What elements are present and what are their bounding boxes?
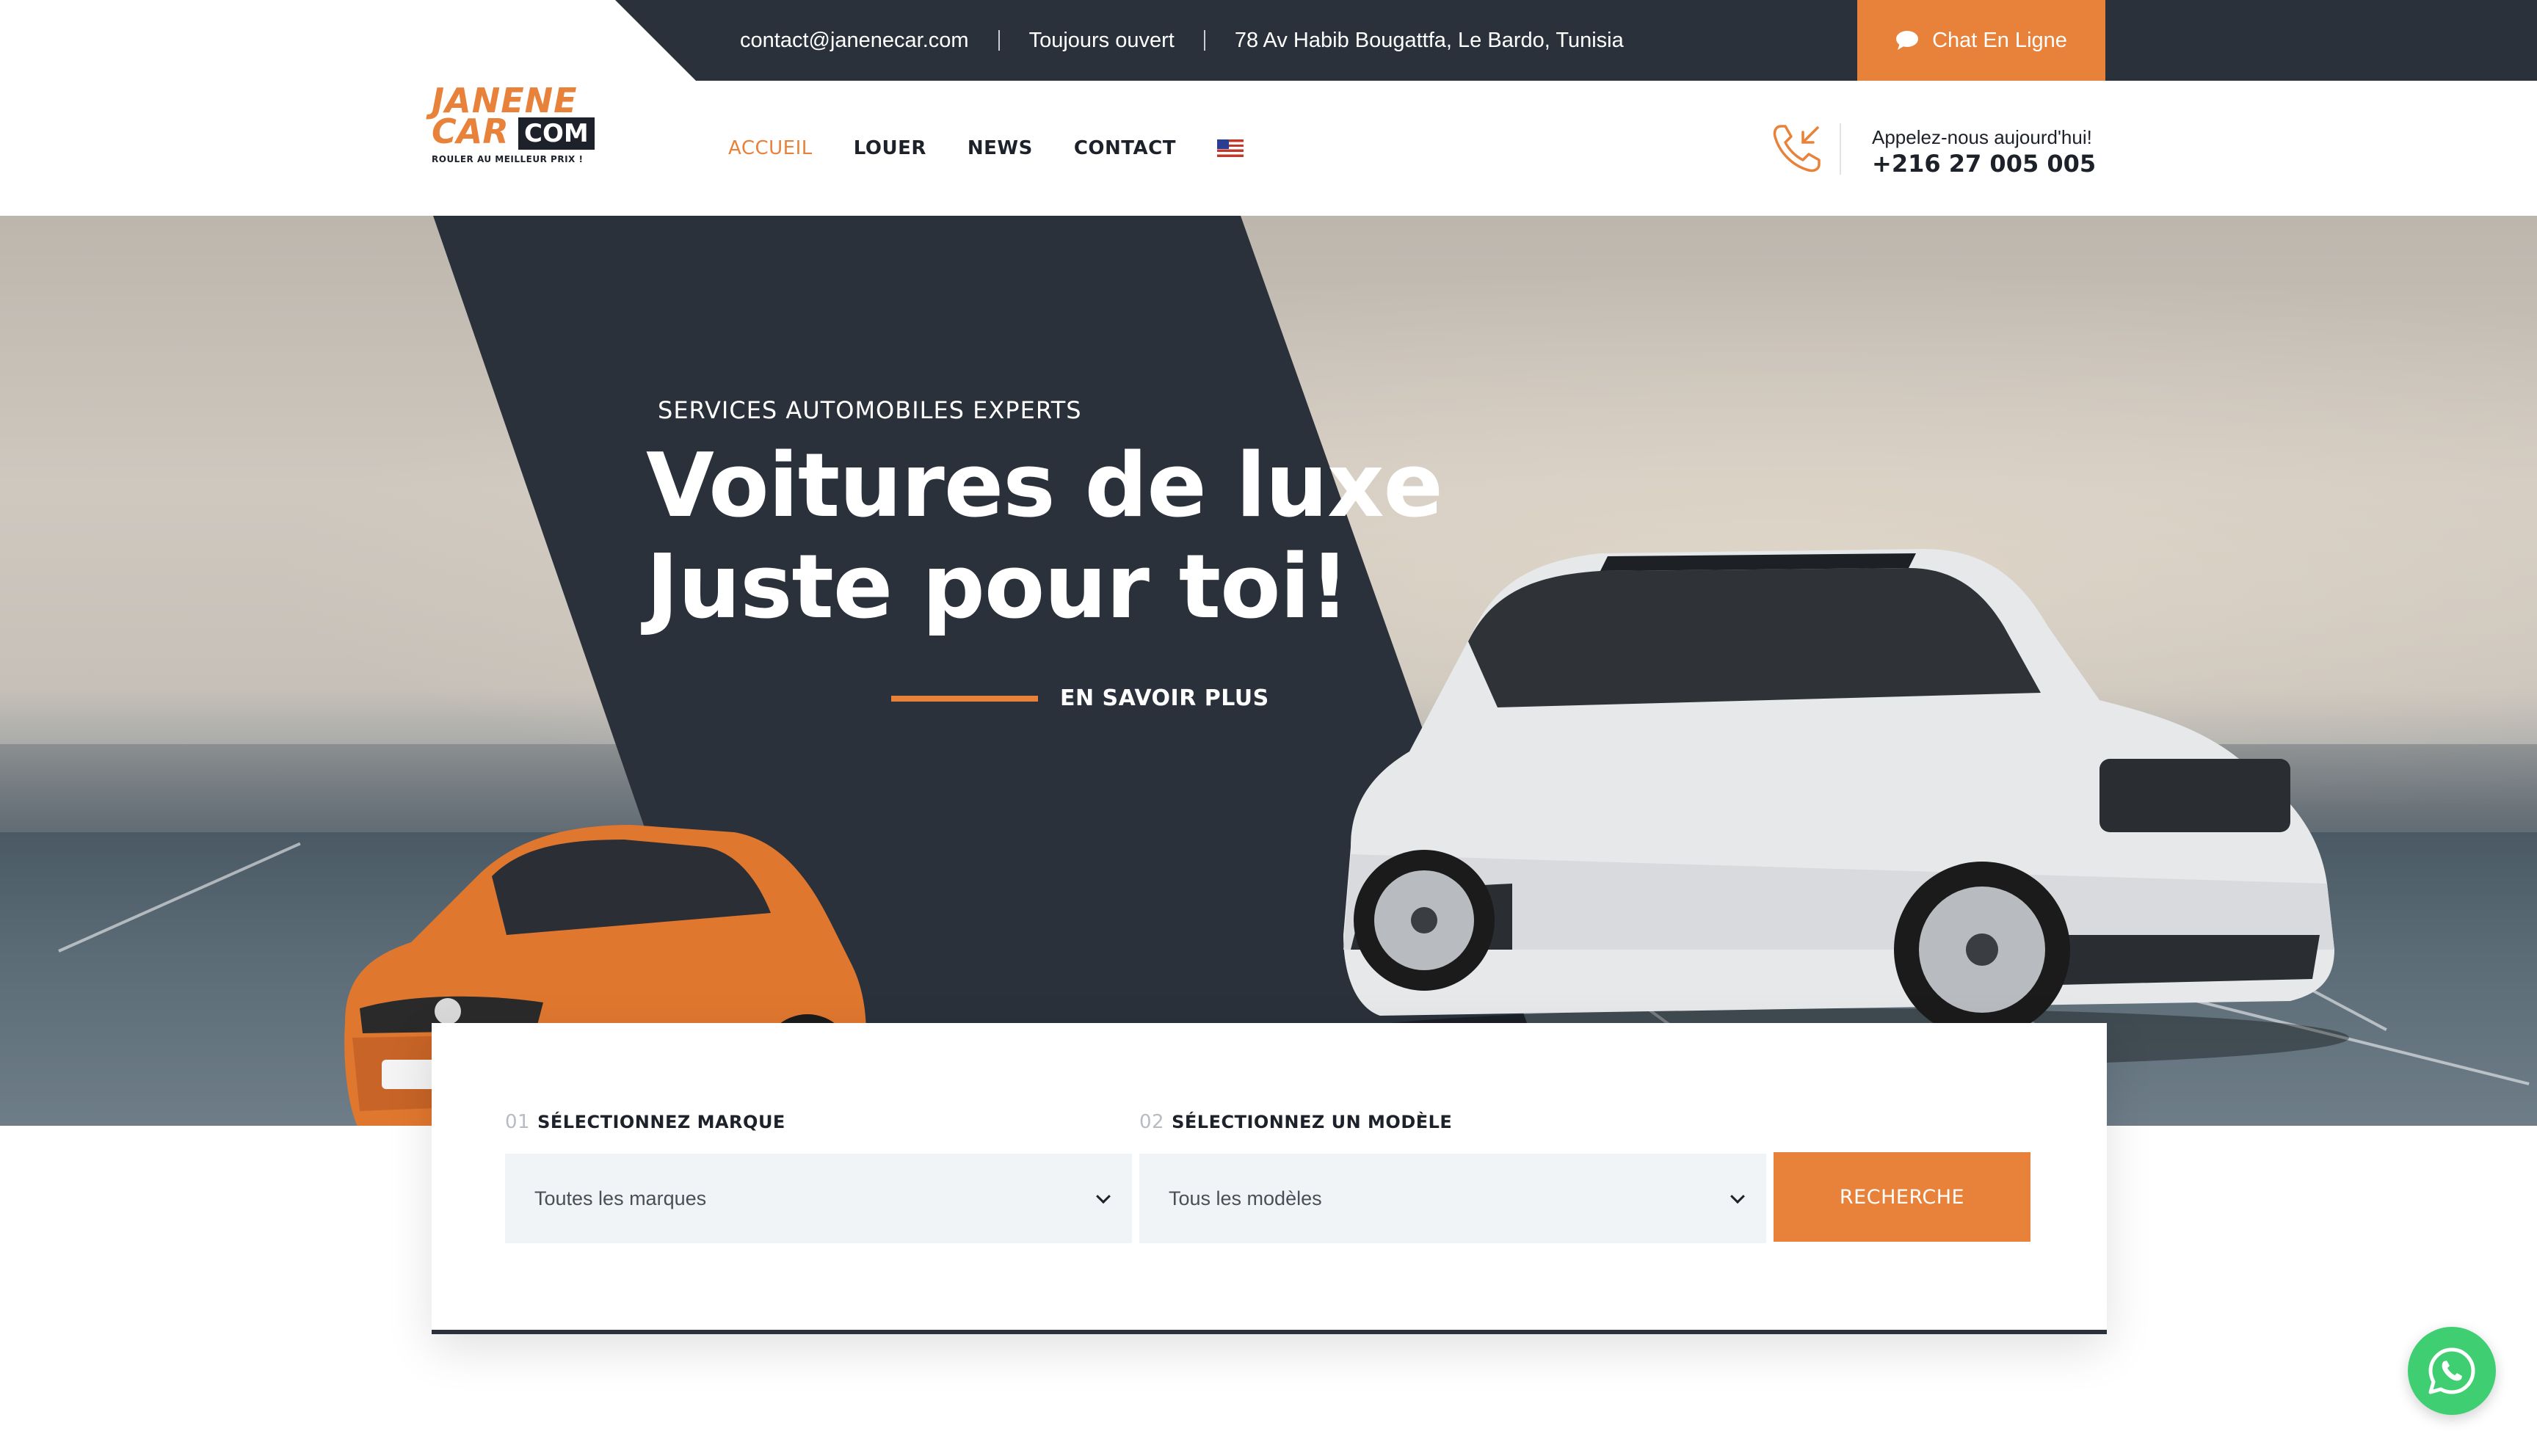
header: JANENE CAR COM ROULER AU MEILLEUR PRIX !… [0, 81, 2537, 216]
learn-more-label: EN SAVOIR PLUS [1060, 685, 1269, 711]
phone-incoming-icon [1773, 125, 1821, 172]
white-suv-image [1321, 549, 2349, 1067]
nav-item-news[interactable]: NEWS [968, 137, 1033, 159]
call-label: Appelez-nous aujourd'hui! [1872, 126, 2092, 148]
hero-title: Voitures de luxe Juste pour toi! [646, 435, 1443, 638]
divider [1203, 30, 1205, 51]
opening-hours: Toujours ouvert [1028, 28, 1175, 52]
logo-tagline: ROULER AU MEILLEUR PRIX ! [432, 154, 584, 164]
cta-accent-bar [891, 695, 1038, 702]
divider [998, 30, 1000, 51]
top-bar: contact@janenecar.com Toujours ouvert 78… [0, 0, 2537, 81]
step-number: 01 [505, 1111, 531, 1133]
chat-bubble-icon [1896, 31, 1919, 50]
hero-title-line1: Voitures de luxe [646, 435, 1443, 537]
hero-title-line2: Juste pour toi! [646, 536, 1349, 638]
contact-email-link[interactable]: contact@janenecar.com [740, 29, 969, 53]
model-field-label: 02 SÉLECTIONNEZ UN MODÈLE [1139, 1111, 1452, 1133]
nav-item-accueil[interactable]: ACCUEIL [728, 137, 813, 159]
nav-item-contact[interactable]: CONTACT [1074, 137, 1176, 159]
chat-online-label: Chat En Ligne [1932, 28, 2067, 52]
model-select-value: Tous les modèles [1169, 1187, 1322, 1209]
nav-item-louer[interactable]: LOUER [854, 137, 926, 159]
logo-com-badge: COM [518, 117, 595, 150]
whatsapp-chat-button[interactable] [2408, 1327, 2496, 1415]
hero-banner: SERVICES AUTOMOBILES EXPERTS Voitures de… [0, 216, 2537, 1126]
brand-select-value: Toutes les marques [534, 1187, 707, 1209]
call-us-block: Appelez-nous aujourd'hui! +216 27 005 00… [1769, 117, 2107, 183]
chevron-down-icon [1730, 1189, 1745, 1204]
main-nav: ACCUEIL LOUER NEWS CONTACT [728, 81, 1244, 216]
search-button[interactable]: RECHERCHE [1774, 1152, 2030, 1242]
whatsapp-icon [2428, 1347, 2475, 1394]
logo-text-line2: CAR [432, 112, 509, 151]
address: 78 Av Habib Bougattfa, Le Bardo, Tunisia [1234, 28, 1624, 52]
brand-label-text: SÉLECTIONNEZ MARQUE [537, 1112, 785, 1132]
chevron-down-icon [1096, 1189, 1111, 1204]
chat-online-button[interactable]: Chat En Ligne [1857, 0, 2105, 81]
divider [1840, 123, 1841, 175]
learn-more-link[interactable]: EN SAVOIR PLUS [891, 685, 1269, 711]
call-phone-number[interactable]: +216 27 005 005 [1872, 150, 2096, 178]
site-logo[interactable]: JANENE CAR COM ROULER AU MEILLEUR PRIX ! [432, 81, 600, 216]
car-search-panel: 01 SÉLECTIONNEZ MARQUE Toutes les marques… [432, 1023, 2107, 1334]
us-flag-icon[interactable] [1216, 139, 1244, 157]
hero-eyebrow: SERVICES AUTOMOBILES EXPERTS [658, 396, 1082, 424]
model-select[interactable]: Tous les modèles [1139, 1154, 1766, 1243]
top-bar-info: contact@janenecar.com Toujours ouvert 78… [740, 0, 1624, 81]
brand-select[interactable]: Toutes les marques [505, 1154, 1132, 1243]
model-label-text: SÉLECTIONNEZ UN MODÈLE [1172, 1112, 1453, 1132]
brand-field-label: 01 SÉLECTIONNEZ MARQUE [505, 1111, 785, 1133]
step-number: 02 [1139, 1111, 1165, 1133]
